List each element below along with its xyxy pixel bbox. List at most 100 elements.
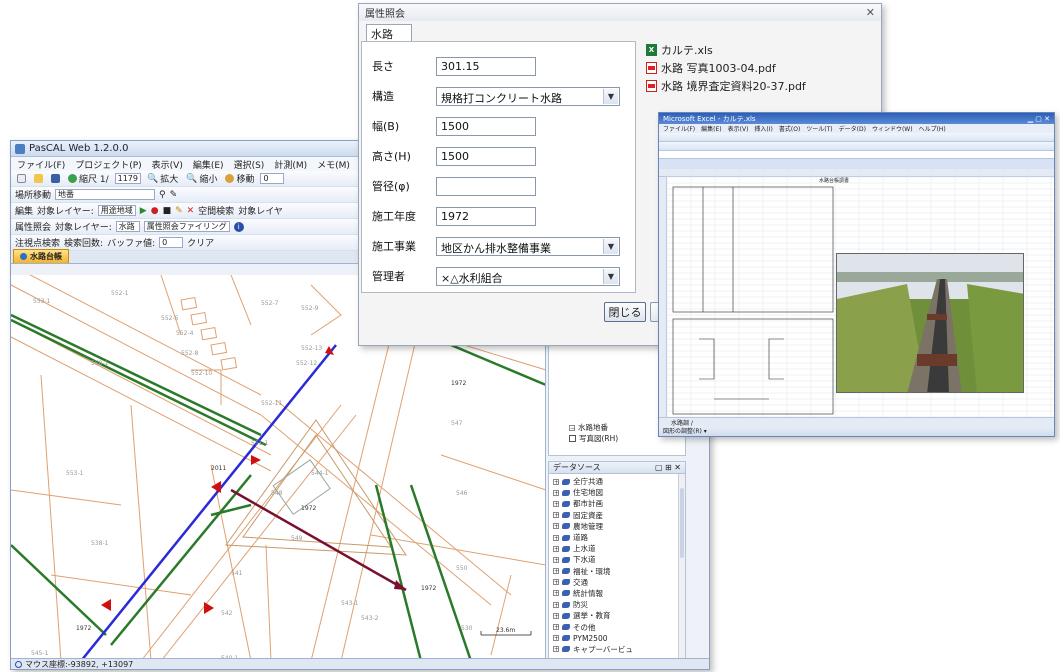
datasource-item[interactable]: + 交通 xyxy=(549,577,685,588)
datasource-item[interactable]: + 住宅地図 xyxy=(549,487,685,498)
datasource-item[interactable]: + 固定資産 xyxy=(549,510,685,521)
close-icon[interactable]: ✕ xyxy=(866,6,875,19)
move-button[interactable]: 移動 xyxy=(223,172,256,185)
menu-item[interactable]: 計測(M) xyxy=(274,158,307,171)
datasource-scrollbar[interactable] xyxy=(678,474,685,660)
excel-menu-item[interactable]: 編集(E) xyxy=(701,124,721,133)
expand-icon[interactable]: + xyxy=(553,635,559,642)
excel-menu-item[interactable]: 挿入(I) xyxy=(754,124,772,133)
window-controls-icon[interactable]: ▁ ▢ ✕ xyxy=(1028,115,1050,123)
datasource-item[interactable]: + 上水道 xyxy=(549,543,685,554)
excel-menu-item[interactable]: ヘルプ(H) xyxy=(919,124,946,133)
excel-menu-item[interactable]: ウィンドウ(W) xyxy=(872,124,913,133)
expand-icon[interactable]: + xyxy=(553,590,559,597)
formula-bar[interactable] xyxy=(659,151,1054,159)
expand-icon[interactable]: + xyxy=(553,579,559,586)
datasource-item[interactable]: + 選挙・教育 xyxy=(549,610,685,621)
spatial-search-label[interactable]: 空間検索 xyxy=(198,204,234,217)
layer-item[interactable]: − 水路地番 xyxy=(565,422,618,433)
clear-button[interactable]: クリア xyxy=(187,236,214,249)
chevron-down-icon[interactable]: ▼ xyxy=(603,88,618,104)
menu-item[interactable]: 編集(E) xyxy=(193,158,224,171)
expand-icon[interactable]: + xyxy=(553,534,559,541)
excel-menu-item[interactable]: 書式(O) xyxy=(779,124,800,133)
chevron-down-icon[interactable]: ▼ xyxy=(603,238,618,254)
binoculars-icon[interactable]: ⚲ xyxy=(159,190,166,200)
play-icon[interactable]: ▶ xyxy=(140,206,147,216)
expand-icon[interactable]: + xyxy=(553,624,559,631)
datasource-item[interactable]: + 防災 xyxy=(549,599,685,610)
attribute-field[interactable]: 1500 xyxy=(436,146,536,166)
attribute-select[interactable]: ×△水利組合 ▼ xyxy=(436,266,620,286)
spreadsheet[interactable]: 水路台帳調書 xyxy=(659,169,1054,419)
datasource-item[interactable]: + キャプーバービュ xyxy=(549,644,685,655)
excel-menu-item[interactable]: データ(D) xyxy=(839,124,866,133)
file-item[interactable]: X カルテ.xls xyxy=(646,41,874,59)
zoom-out-button[interactable]: 🔍 縮小 xyxy=(184,172,219,186)
attribute-field[interactable]: 301.15 xyxy=(436,56,536,76)
menu-item[interactable]: プロジェクト(P) xyxy=(75,158,141,171)
excel-menu-item[interactable]: ファイル(F) xyxy=(663,124,695,133)
scale-button[interactable]: 縮尺 1/ xyxy=(66,172,111,185)
edit-tool-icon[interactable]: ✎ xyxy=(175,206,183,216)
datasource-item[interactable]: + PYM2500 xyxy=(549,633,685,644)
expand-icon[interactable]: + xyxy=(553,601,559,608)
checkbox-icon[interactable] xyxy=(569,435,576,443)
expand-icon[interactable]: + xyxy=(553,646,559,653)
expand-icon[interactable]: + xyxy=(553,500,559,507)
excel-menu-item[interactable]: ツール(T) xyxy=(806,124,832,133)
menu-item[interactable]: ファイル(F) xyxy=(17,158,65,171)
datasource-item[interactable]: + その他 xyxy=(549,621,685,632)
delete-icon[interactable]: ✕ xyxy=(187,206,195,216)
file-item[interactable]: 水路 写真1003-04.pdf xyxy=(646,59,874,77)
file-item[interactable]: 水路 境界査定資料20-37.pdf xyxy=(646,77,874,95)
open-icon[interactable] xyxy=(32,174,45,183)
attribute-field[interactable] xyxy=(436,176,536,196)
expand-icon[interactable]: + xyxy=(553,568,559,575)
buffer-search-label[interactable]: 注視点検索 xyxy=(15,236,60,249)
edit-layer-select[interactable]: 用途地域 xyxy=(97,205,136,216)
zoom-in-button[interactable]: 🔍 拡大 xyxy=(145,172,180,186)
edit-label[interactable]: 編集 xyxy=(15,204,33,217)
stop-icon[interactable]: ■ xyxy=(163,206,172,216)
datasource-item[interactable]: + 農地管理 xyxy=(549,521,685,532)
scale-input[interactable]: 1179 xyxy=(114,173,141,184)
tab-waterway-ledger[interactable]: 水路台帳 xyxy=(13,249,69,263)
datasource-item[interactable]: + 統計情報 xyxy=(549,588,685,599)
expand-icon[interactable]: + xyxy=(553,478,559,485)
expand-icon[interactable]: + xyxy=(553,556,559,563)
panel-controls-icon[interactable]: ▢ ⊞ ✕ xyxy=(655,463,681,472)
chevron-down-icon[interactable]: ▼ xyxy=(603,268,618,284)
pencil-icon[interactable]: ✎ xyxy=(170,190,178,200)
datasource-item[interactable]: + 道路 xyxy=(549,532,685,543)
datasource-item[interactable]: + 全庁共通 xyxy=(549,476,685,487)
attribute-field[interactable]: 1972 xyxy=(436,206,536,226)
menu-item[interactable]: メモ(M) xyxy=(317,158,350,171)
record-icon[interactable]: ● xyxy=(151,206,159,216)
new-icon[interactable] xyxy=(15,174,28,183)
expand-icon[interactable]: + xyxy=(553,523,559,530)
attribute-select[interactable]: 規格打コンクリート水路 ▼ xyxy=(436,86,620,106)
sheet-tab[interactable]: 水路調 / xyxy=(659,417,1054,427)
expand-icon[interactable]: + xyxy=(553,612,559,619)
expand-icon[interactable]: + xyxy=(553,489,559,496)
info-icon[interactable]: i xyxy=(233,221,244,232)
buffer-input[interactable]: 0 xyxy=(159,237,184,248)
attr-ref-label[interactable]: 属性照会 xyxy=(15,220,51,233)
datasource-item[interactable]: + 下水道 xyxy=(549,554,685,565)
expand-icon[interactable]: + xyxy=(553,512,559,519)
expand-icon[interactable]: + xyxy=(553,545,559,552)
datasource-item[interactable]: + 都市計画 xyxy=(549,498,685,509)
attribute-field[interactable]: 1500 xyxy=(436,116,536,136)
save-icon[interactable] xyxy=(49,174,62,183)
menu-item[interactable]: 表示(V) xyxy=(152,158,183,171)
tab-waterway[interactable]: 水路 xyxy=(366,24,412,41)
close-button[interactable]: 閉じる xyxy=(604,302,646,322)
attribute-select[interactable]: 地区かん排水整備事業 ▼ xyxy=(436,236,620,256)
menu-item[interactable]: 選択(S) xyxy=(234,158,265,171)
layer-item[interactable]: 写真図(RH) xyxy=(565,433,618,444)
attr-file-ref-select[interactable]: 属性照会ファイリング xyxy=(143,221,230,232)
datasource-item[interactable]: + 福祉・環境 xyxy=(549,566,685,577)
rotation-input[interactable]: 0 xyxy=(260,173,285,184)
excel-menu-item[interactable]: 表示(V) xyxy=(728,124,749,133)
